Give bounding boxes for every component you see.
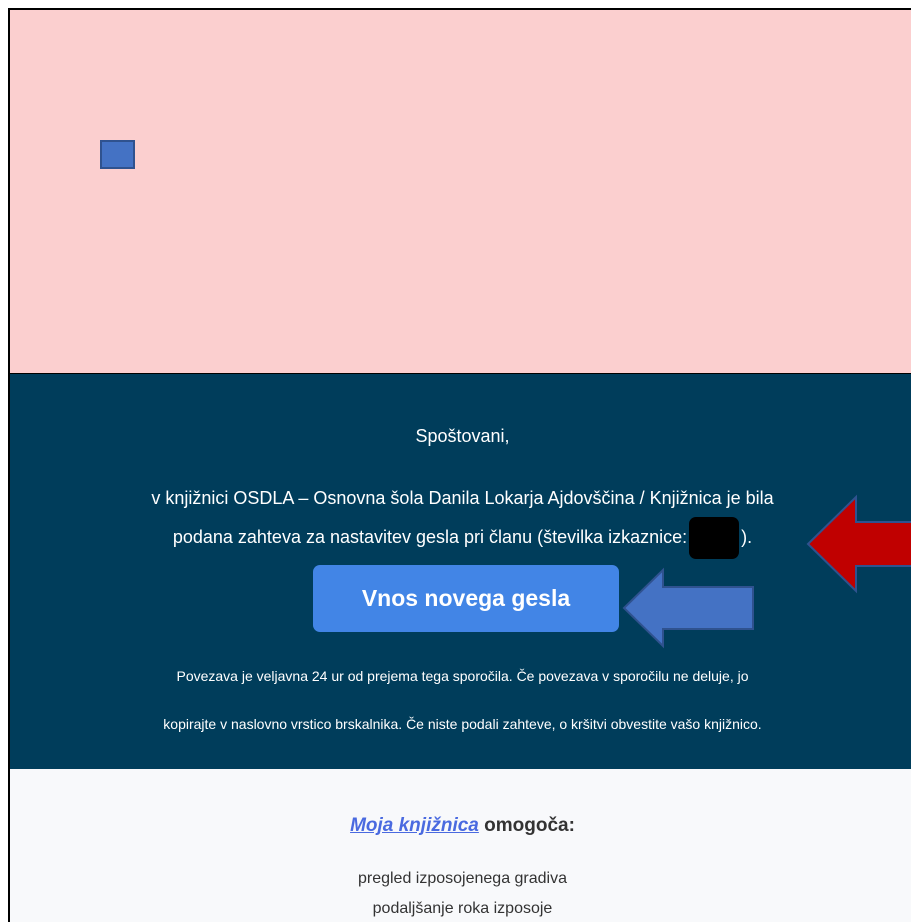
blue-arrow-icon <box>622 567 754 649</box>
message-line-1: v knjižnici OSDLA – Osnovna šola Danila … <box>151 488 774 508</box>
redacted-card-number <box>689 517 740 559</box>
footer-title: Moja knjižnica omogoča: <box>10 815 911 837</box>
message-line-2: podana zahteva za nastavitev gesla pri č… <box>10 517 911 559</box>
footer-title-suffix: omogoča: <box>478 815 575 836</box>
validity-note: Povezava je veljavna 24 ur od prejema te… <box>10 652 911 748</box>
footer-section: Moja knjižnica omogoča: pregled izposoje… <box>10 769 911 922</box>
red-arrow-icon <box>806 494 911 594</box>
email-frame: Spoštovani, v knjižnici OSDLA – Osnovna … <box>8 8 911 922</box>
header-banner <box>10 10 911 374</box>
new-password-button[interactable]: Vnos novega gesla <box>313 565 619 632</box>
image-placeholder-icon <box>100 140 135 169</box>
feature-item: pregled izposojenega gradiva <box>357 870 568 887</box>
message-line-2-end: ). <box>741 526 753 547</box>
moja-knjiznica-link[interactable]: Moja knjižnica <box>350 815 479 836</box>
greeting: Spoštovani, <box>415 426 510 446</box>
note-line-1: Povezava je veljavna 24 ur od prejema te… <box>176 668 749 684</box>
message-line-2-text: podana zahteva za nastavitev gesla pri č… <box>172 526 688 547</box>
note-line-2: kopirajte v naslovno vrstico brskalnika.… <box>163 716 762 732</box>
message-panel: Spoštovani, v knjižnici OSDLA – Osnovna … <box>10 374 911 769</box>
message-text: v knjižnici OSDLA – Osnovna šola Danila … <box>10 479 911 559</box>
feature-item: podaljšanje roka izposoje <box>372 900 553 917</box>
